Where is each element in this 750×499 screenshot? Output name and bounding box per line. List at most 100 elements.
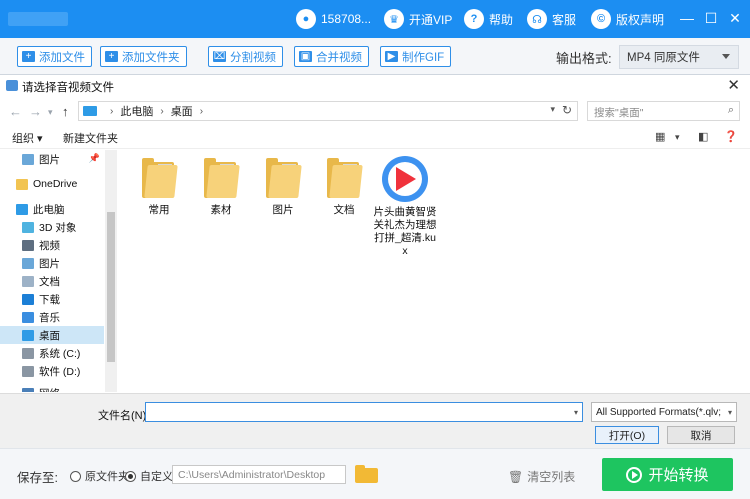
- maximize-icon[interactable]: ☐: [702, 9, 720, 27]
- file-item-folder[interactable]: 文档: [311, 158, 377, 217]
- nav-item-onedrive[interactable]: OneDrive: [0, 175, 104, 193]
- file-item-folder[interactable]: 图片: [250, 158, 316, 217]
- onedrive-folder-icon: [16, 178, 28, 190]
- view-dropdown-icon[interactable]: ▾: [675, 132, 680, 143]
- nav-item-pictures-quick[interactable]: 图片 📌: [0, 150, 104, 168]
- save-to-label: 保存至:: [17, 471, 58, 485]
- this-pc-icon: [83, 106, 97, 116]
- minimize-icon[interactable]: —: [678, 9, 696, 27]
- filetype-select[interactable]: All Supported Formats(*.qlv; ▾: [591, 402, 737, 422]
- filename-label: 文件名(N):: [98, 410, 150, 422]
- preview-pane-icon[interactable]: ◧: [698, 130, 708, 143]
- make-gif-button[interactable]: ▶ 制作GIF: [380, 46, 452, 67]
- nav-pane-scrollbar[interactable]: [105, 150, 117, 392]
- cancel-button[interactable]: 取消: [667, 426, 735, 444]
- merge-video-label: 合并视频: [316, 51, 362, 64]
- help-icon[interactable]: ❓: [724, 130, 738, 143]
- file-name: 常用: [148, 204, 170, 216]
- nav-item-downloads[interactable]: 下载: [0, 290, 104, 308]
- save-path-input[interactable]: C:\Users\Administrator\Desktop: [172, 465, 346, 484]
- folder-icon: [327, 158, 363, 198]
- address-dropdown-icon[interactable]: ▾: [550, 104, 555, 115]
- file-name: 文档: [333, 204, 355, 216]
- nav-item-documents[interactable]: 文档: [0, 272, 104, 290]
- address-bar[interactable]: › 此电脑 › 桌面 › ▾ ↻: [78, 101, 578, 121]
- add-file-button[interactable]: + 添加文件: [17, 46, 92, 67]
- file-name: 图片: [272, 204, 294, 216]
- breadcrumb-desktop[interactable]: 桌面: [171, 103, 193, 119]
- folder-icon: [266, 158, 302, 198]
- chevron-right-icon: ›: [160, 105, 164, 117]
- nav-item-label: 此电脑: [33, 203, 65, 216]
- start-convert-button[interactable]: 开始转换: [602, 458, 733, 491]
- dialog-titlebar: 请选择音视频文件 ✕: [0, 75, 750, 97]
- copyright-label: 版权声明: [616, 12, 665, 27]
- support-button[interactable]: ☊ 客服: [527, 7, 576, 31]
- nav-pane-scroll-thumb[interactable]: [107, 212, 115, 362]
- back-arrow-icon[interactable]: ←: [9, 104, 22, 119]
- recent-dropdown-icon[interactable]: ▾: [48, 107, 53, 118]
- nav-item-drive-c[interactable]: 系统 (C:): [0, 344, 104, 362]
- breadcrumb-this-pc[interactable]: 此电脑: [120, 103, 153, 119]
- chevron-down-icon: [722, 54, 730, 59]
- open-file-dialog: 请选择音视频文件 ✕ ← → ▾ ↑ › 此电脑 › 桌面 › ▾ ↻ 搜索"桌…: [0, 74, 750, 449]
- merge-icon: ▣: [299, 51, 312, 62]
- gif-icon: ▶: [385, 51, 398, 62]
- open-button[interactable]: 打开(O): [595, 426, 659, 444]
- nav-item-drive-d[interactable]: 软件 (D:): [0, 362, 104, 380]
- nav-item-videos[interactable]: 视频: [0, 236, 104, 254]
- chevron-right-icon: ›: [110, 105, 114, 117]
- chevron-down-icon[interactable]: ▾: [574, 408, 578, 417]
- forward-arrow-icon[interactable]: →: [29, 104, 42, 119]
- add-file-label: 添加文件: [39, 51, 85, 64]
- view-options-icon[interactable]: ▦: [655, 130, 665, 143]
- drive-d-icon: [22, 365, 34, 377]
- dialog-close-icon[interactable]: ✕: [727, 76, 740, 94]
- chevron-down-icon: ▾: [725, 408, 732, 417]
- nav-item-network[interactable]: 网络: [0, 384, 104, 392]
- user-account-button[interactable]: ● 158708...: [296, 7, 371, 31]
- radio-custom-folder[interactable]: 自定义: [125, 468, 173, 484]
- up-arrow-icon[interactable]: ↑: [62, 104, 69, 119]
- merge-video-button[interactable]: ▣ 合并视频: [294, 46, 369, 67]
- nav-item-label: 桌面: [39, 329, 60, 342]
- nav-item-label: 图片: [39, 153, 60, 166]
- nav-item-label: 网络: [39, 386, 60, 393]
- help-button[interactable]: ? 帮助: [464, 7, 513, 31]
- navigation-bar: ← → ▾ ↑ › 此电脑 › 桌面 › ▾ ↻ 搜索"桌面" ⌕: [0, 99, 750, 125]
- split-video-button[interactable]: ⌧ 分割视频: [208, 46, 283, 67]
- output-format-label: 输出格式:: [556, 51, 612, 66]
- start-convert-label: 开始转换: [648, 467, 709, 484]
- nav-item-label: 3D 对象: [39, 221, 77, 234]
- nav-item-pictures[interactable]: 图片: [0, 254, 104, 272]
- output-format-select[interactable]: MP4 同原文件: [619, 45, 739, 69]
- search-input[interactable]: 搜索"桌面" ⌕: [587, 101, 740, 121]
- clear-list-button[interactable]: 🗑 清空列表: [508, 468, 575, 485]
- file-item-folder[interactable]: 常用: [126, 158, 192, 217]
- documents-icon: [22, 275, 34, 287]
- organize-menu[interactable]: 组织 ▾: [12, 130, 43, 146]
- plus-icon: +: [22, 51, 35, 62]
- nav-item-this-pc[interactable]: 此电脑: [0, 200, 104, 218]
- pin-icon: 📌: [88, 153, 100, 163]
- nav-item-3d-objects[interactable]: 3D 对象: [0, 218, 104, 236]
- vip-button[interactable]: ♛ 开通VIP: [384, 7, 452, 31]
- copyright-button[interactable]: © 版权声明: [591, 7, 664, 31]
- add-folder-label: 添加文件夹: [122, 51, 180, 64]
- crown-icon: ♛: [384, 9, 404, 29]
- nav-item-music[interactable]: 音乐: [0, 308, 104, 326]
- refresh-icon[interactable]: ↻: [562, 103, 572, 117]
- browse-folder-icon[interactable]: [355, 465, 378, 483]
- dialog-title: 请选择音视频文件: [22, 82, 114, 94]
- file-item-video[interactable]: 片头曲黄智贤关礼杰为理想打拼_超清.kux: [373, 156, 437, 258]
- nav-item-desktop[interactable]: 桌面: [0, 326, 104, 344]
- close-icon[interactable]: ✕: [726, 9, 744, 27]
- filetype-value: All Supported Formats(*.qlv;: [596, 407, 722, 418]
- radio-original-folder[interactable]: 原文件夹: [70, 468, 129, 484]
- add-folder-button[interactable]: + 添加文件夹: [100, 46, 187, 67]
- file-item-folder[interactable]: 素材: [188, 158, 254, 217]
- new-folder-button[interactable]: 新建文件夹: [63, 130, 118, 146]
- nav-item-label: OneDrive: [33, 178, 78, 190]
- music-icon: [22, 311, 34, 323]
- filename-input[interactable]: ▾: [145, 402, 583, 422]
